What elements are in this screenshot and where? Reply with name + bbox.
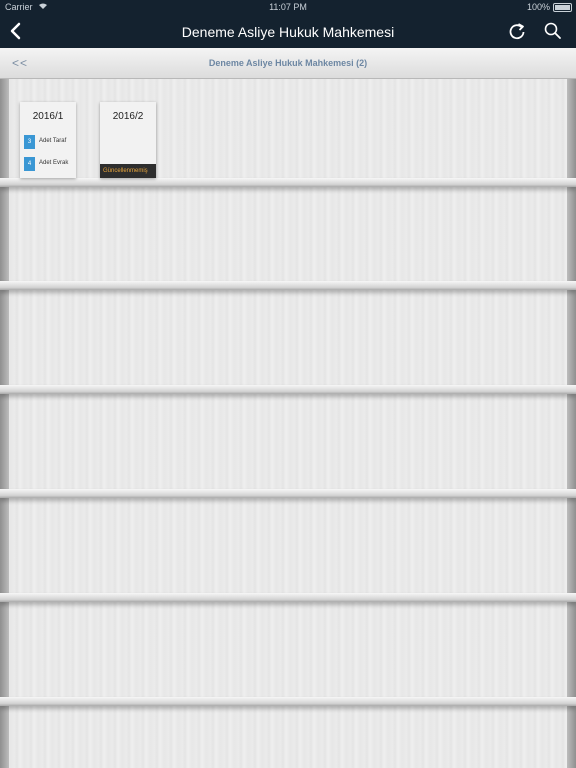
status-time: 11:07 PM xyxy=(269,2,307,12)
shelf-board xyxy=(0,593,576,602)
subheader-bar: << Deneme Asliye Hukuk Mahkemesi (2) xyxy=(0,48,576,79)
shelf-board xyxy=(0,385,576,394)
battery-icon xyxy=(553,3,572,12)
page-title: Deneme Asliye Hukuk Mahkemesi xyxy=(181,24,395,40)
case-card[interactable]: 2016/1 3 Adet Taraf 4 Adet Evrak xyxy=(20,102,76,178)
case-number: 2016/2 xyxy=(112,111,144,122)
shelf-board xyxy=(0,178,576,187)
case-card[interactable]: 2016/2 Güncellenmemiş xyxy=(100,102,156,178)
shelf-board xyxy=(0,697,576,706)
navigation-bar: Carrier 11:07 PM 100% Deneme Asliye Huku… xyxy=(0,0,576,48)
case-number: 2016/1 xyxy=(32,111,64,122)
subheader-title: Deneme Asliye Hukuk Mahkemesi (2) xyxy=(208,58,368,68)
battery-percent: 100% xyxy=(526,2,550,12)
count-label: Adet Evrak xyxy=(39,160,69,166)
count-badge: 4 xyxy=(24,157,35,171)
refresh-icon[interactable] xyxy=(506,20,528,42)
not-updated-label: Güncellenmemiş xyxy=(100,164,156,178)
party-count-row: 3 Adet Taraf xyxy=(24,135,76,149)
shelf-board xyxy=(0,281,576,290)
count-label: Adet Taraf xyxy=(39,138,67,144)
status-bar: Carrier 11:07 PM 100% xyxy=(0,0,576,14)
search-icon[interactable] xyxy=(542,20,564,42)
count-badge: 3 xyxy=(24,135,35,149)
document-count-row: 4 Adet Evrak xyxy=(24,157,76,171)
shelf-board xyxy=(0,489,576,498)
